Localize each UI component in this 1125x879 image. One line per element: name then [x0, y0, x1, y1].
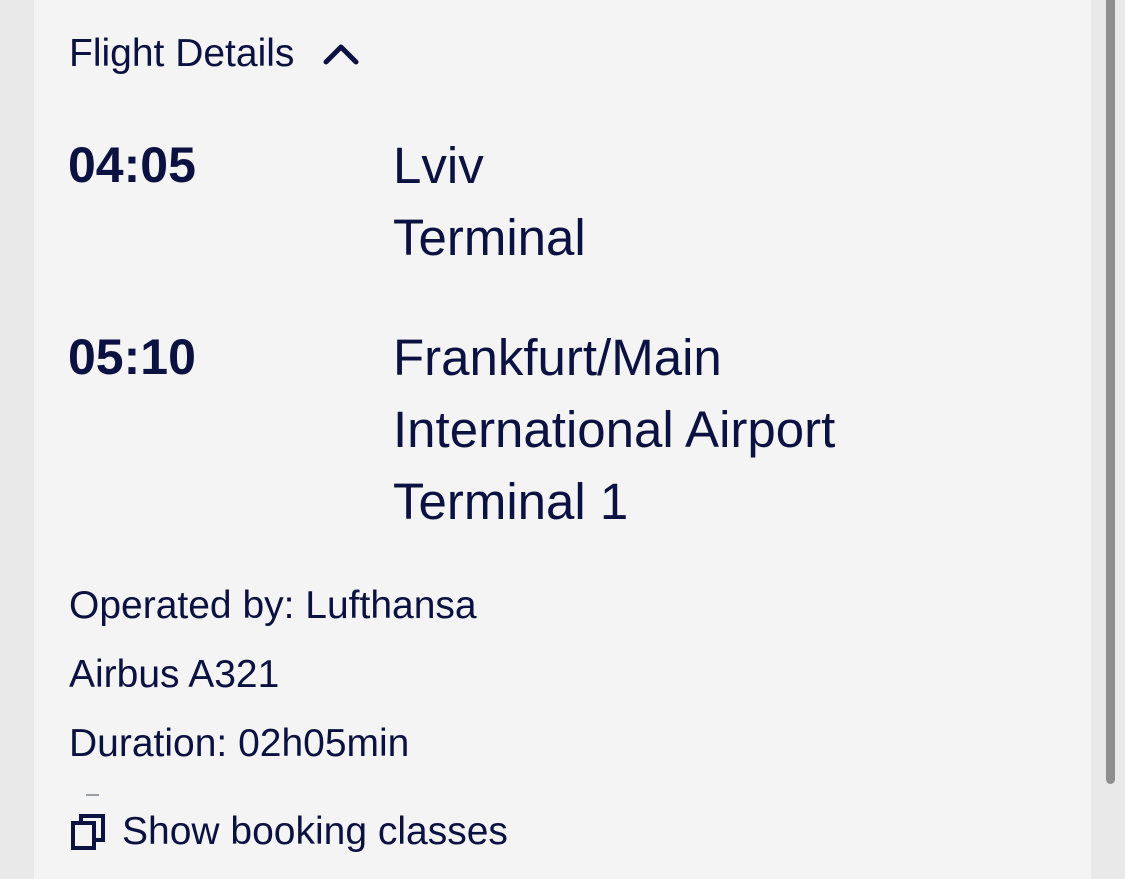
departure-terminal: Terminal — [393, 209, 586, 266]
arrival-city: Frankfurt/Main — [393, 329, 722, 386]
arrival-airport: International Airport — [393, 401, 836, 458]
show-booking-classes-link[interactable]: Show booking classes — [70, 809, 508, 855]
flight-details-toggle[interactable]: Flight Details — [69, 32, 360, 76]
departure-city: Lviv — [393, 137, 484, 194]
arrival-terminal: Terminal 1 — [393, 473, 629, 530]
chevron-up-icon[interactable] — [322, 42, 360, 66]
divider-mark — [86, 794, 99, 796]
departure-time: 04:05 — [68, 137, 196, 193]
arrival-time: 05:10 — [68, 329, 196, 385]
operated-by: Operated by: Lufthansa — [69, 584, 477, 627]
scrollbar-thumb[interactable] — [1106, 0, 1115, 784]
copy-icon — [70, 813, 106, 851]
flight-details-label: Flight Details — [69, 32, 295, 75]
show-booking-classes-label: Show booking classes — [122, 810, 508, 853]
flight-duration: Duration: 02h05min — [69, 722, 410, 765]
aircraft-type: Airbus A321 — [69, 653, 280, 696]
